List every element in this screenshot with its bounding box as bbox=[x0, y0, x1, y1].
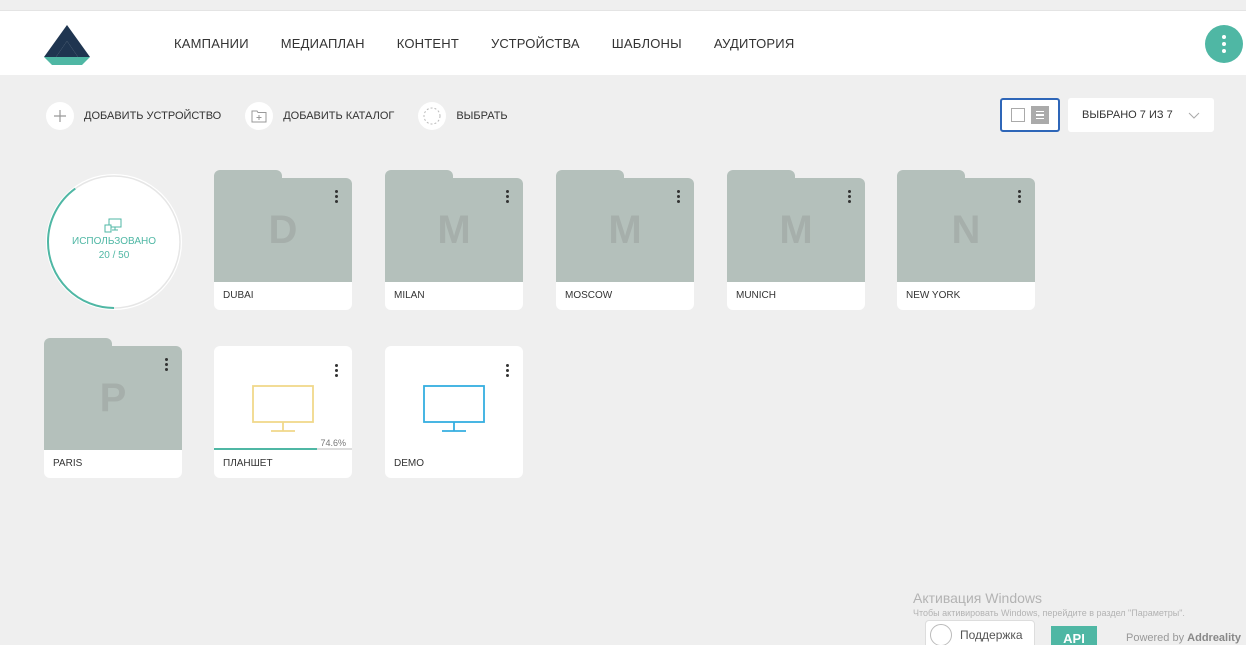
devices-toolbar: ДОБАВИТЬ УСТРОЙСТВО ДОБАВИТЬ КАТАЛОГ ВЫБ… bbox=[46, 102, 532, 130]
folder-card-dubai[interactable]: D DUBAI bbox=[214, 170, 352, 310]
main-nav: КАМПАНИИ МЕДИАПЛАН КОНТЕНТ УСТРОЙСТВА ША… bbox=[174, 11, 794, 76]
nav-content[interactable]: КОНТЕНТ bbox=[397, 36, 459, 51]
more-vertical-icon[interactable] bbox=[677, 190, 680, 203]
folder-plus-icon bbox=[245, 102, 274, 130]
more-vertical-icon[interactable] bbox=[165, 358, 168, 371]
kebab-menu-button[interactable] bbox=[1205, 25, 1243, 63]
usage-label: ИСПОЛЬЗОВАНО bbox=[72, 236, 156, 247]
usage-count: 20 / 50 bbox=[98, 250, 130, 261]
top-navigation-bar: КАМПАНИИ МЕДИАПЛАН КОНТЕНТ УСТРОЙСТВА ША… bbox=[0, 10, 1246, 75]
select-label: ВЫБРАТЬ bbox=[456, 110, 508, 122]
nav-audience[interactable]: АУДИТОРИЯ bbox=[714, 36, 795, 51]
list-view-icon[interactable] bbox=[1031, 106, 1049, 124]
more-vertical-icon[interactable] bbox=[335, 364, 338, 377]
more-vertical-icon bbox=[1222, 35, 1226, 39]
folder-name: MOSCOW bbox=[556, 282, 694, 310]
select-button[interactable]: ВЫБРАТЬ bbox=[418, 102, 508, 130]
add-device-label: ДОБАВИТЬ УСТРОЙСТВО bbox=[84, 110, 222, 122]
more-vertical-icon[interactable] bbox=[506, 364, 509, 377]
nav-mediaplan[interactable]: МЕДИАПЛАН bbox=[281, 36, 365, 51]
folder-card-new-york[interactable]: N NEW YORK bbox=[897, 170, 1035, 310]
folder-name: DUBAI bbox=[214, 282, 352, 310]
folder-name: NEW YORK bbox=[897, 282, 1035, 310]
add-device-button[interactable]: ДОБАВИТЬ УСТРОЙСТВО bbox=[46, 102, 221, 130]
device-card-demo[interactable]: DEMO bbox=[385, 346, 523, 478]
add-catalog-label: ДОБАВИТЬ КАТАЛОГ bbox=[283, 110, 395, 122]
dashed-circle-icon bbox=[418, 102, 447, 130]
watermark-title: Активация Windows bbox=[913, 590, 1043, 606]
add-catalog-button[interactable]: ДОБАВИТЬ КАТАЛОГ bbox=[245, 102, 394, 130]
device-name: ПЛАНШЕТ bbox=[223, 458, 273, 469]
more-vertical-icon[interactable] bbox=[1018, 190, 1021, 203]
folder-name: MILAN bbox=[385, 282, 523, 310]
monitor-icon bbox=[252, 385, 314, 432]
folder-card-milan[interactable]: M MILAN bbox=[385, 170, 523, 310]
folder-letter: M bbox=[608, 208, 642, 252]
nav-campaigns[interactable]: КАМПАНИИ bbox=[174, 36, 249, 51]
windows-activation-watermark: Активация Windows Чтобы активировать Win… bbox=[913, 590, 1185, 618]
chevron-down-icon bbox=[1188, 112, 1200, 119]
monitor-icon bbox=[423, 385, 485, 432]
powered-by: Powered by Addreality bbox=[1126, 632, 1241, 644]
nav-templates[interactable]: ШАБЛОНЫ bbox=[612, 36, 682, 51]
selection-label: ВЫБРАНО 7 ИЗ 7 bbox=[1082, 109, 1173, 121]
folder-card-moscow[interactable]: M MOSCOW bbox=[556, 170, 694, 310]
folder-letter: M bbox=[779, 208, 813, 252]
more-vertical-icon[interactable] bbox=[506, 190, 509, 203]
more-vertical-icon[interactable] bbox=[848, 190, 851, 203]
addreality-logo[interactable] bbox=[44, 25, 90, 65]
view-mode-toggle[interactable] bbox=[1000, 98, 1060, 132]
nav-devices[interactable]: УСТРОЙСТВА bbox=[491, 36, 580, 51]
support-icon bbox=[930, 624, 952, 645]
folder-name: PARIS bbox=[44, 450, 182, 478]
device-progress-percent: 74.6% bbox=[320, 438, 346, 448]
support-button[interactable]: Поддержка bbox=[925, 620, 1035, 645]
folder-letter: M bbox=[437, 208, 471, 252]
folder-letter: N bbox=[951, 208, 981, 252]
watermark-subtitle: Чтобы активировать Windows, перейдите в … bbox=[913, 608, 1185, 618]
folder-letter: P bbox=[99, 376, 127, 420]
folder-letter: D bbox=[268, 208, 298, 252]
device-name: DEMO bbox=[394, 458, 424, 469]
usage-indicator: ИСПОЛЬЗОВАНО 20 / 50 bbox=[46, 174, 182, 310]
device-card-tablet[interactable]: 74.6% ПЛАНШЕТ bbox=[214, 346, 352, 478]
support-label: Поддержка bbox=[960, 628, 1023, 642]
folder-card-paris[interactable]: P PARIS bbox=[44, 338, 182, 478]
more-vertical-icon[interactable] bbox=[335, 190, 338, 203]
folder-name: MUNICH bbox=[727, 282, 865, 310]
plus-icon bbox=[46, 102, 74, 130]
api-button[interactable]: API bbox=[1051, 626, 1097, 645]
folder-card-munich[interactable]: M MUNICH bbox=[727, 170, 865, 310]
grid-view-icon[interactable] bbox=[1011, 108, 1025, 122]
selection-dropdown[interactable]: ВЫБРАНО 7 ИЗ 7 bbox=[1068, 98, 1214, 132]
devices-icon bbox=[104, 218, 122, 233]
